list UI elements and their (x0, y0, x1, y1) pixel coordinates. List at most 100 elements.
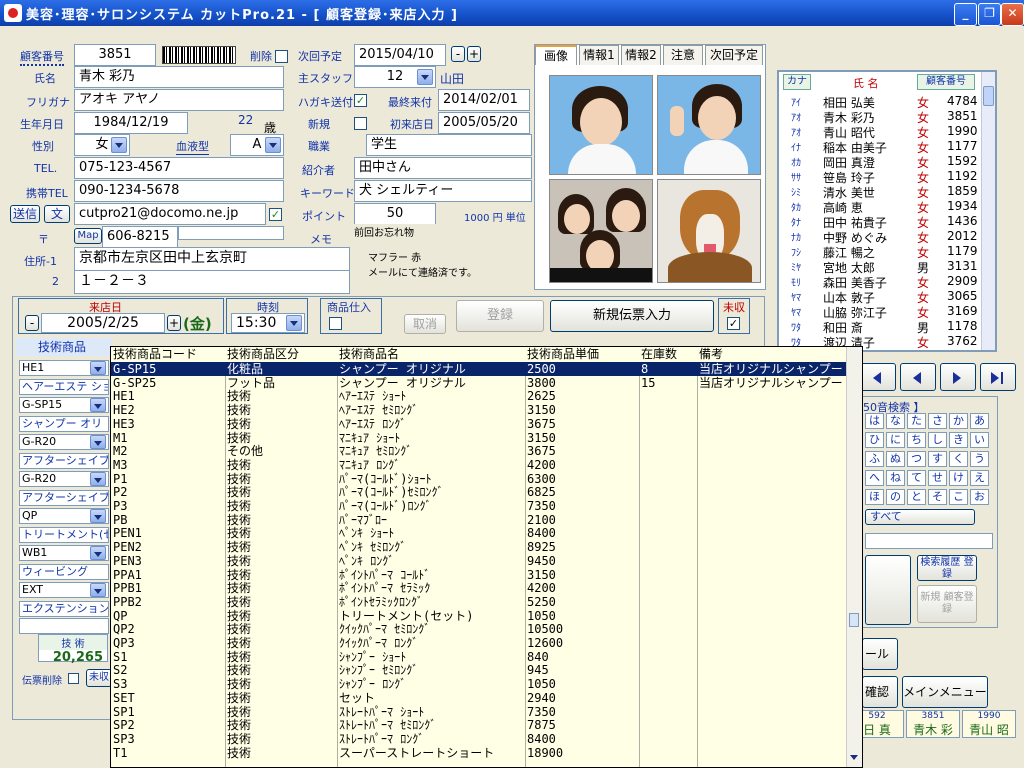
email-field[interactable]: cutpro21@docomo.ne.jp (74, 203, 266, 225)
customer-list[interactable]: カナ 氏 名 顧客番号 ｱｲ 相田 弘美女 4784 ｱｵ 青木 彩乃女 3851 ｱｵ 青山… (777, 70, 997, 352)
customer-list-row[interactable]: ｵｶ 岡田 真澄女 1592 (783, 154, 979, 170)
tech-name-field[interactable]: アフターシェイブ (19, 452, 109, 469)
dropdown-row[interactable]: SP3 技術 ｽﾄﾚｰﾄﾊﾟｰﾏ ﾛﾝｸﾞ 8400 (111, 732, 849, 746)
mail-button[interactable]: ール (862, 638, 898, 670)
kana-key[interactable]: ふ (865, 451, 884, 467)
memo-box[interactable]: 前回お忘れ物 マフラー 赤 メールにて連絡済です。 (354, 224, 532, 288)
chevron-down-icon[interactable] (286, 315, 302, 331)
dropdown-row[interactable]: M1 技術 ﾏﾆｷｭｱ ｼｮｰﾄ 3150 (111, 431, 849, 445)
tech-code-select[interactable]: HE1 (19, 360, 109, 376)
chevron-down-icon[interactable] (265, 137, 281, 153)
kana-key[interactable]: い (970, 432, 989, 448)
nav-next-button[interactable] (940, 363, 976, 391)
dropdown-row[interactable]: P3 技術 ﾊﾟｰﾏ(ｺｰﾙﾄﾞ)ﾛﾝｸﾞ 7350 (111, 499, 849, 513)
kana-key[interactable]: き (949, 432, 968, 448)
goods-purchase-checkbox[interactable] (329, 317, 342, 330)
customer-list-row[interactable]: ﾔﾏ 山脇 弥江子女 3169 (783, 304, 979, 320)
dropdown-row[interactable]: HE1 技術 ﾍｱｰｴｽﾃ ｼｮｰﾄ 2625 (111, 389, 849, 403)
next-visit-field[interactable]: 2015/04/10 (354, 44, 446, 66)
dropdown-row[interactable]: P2 技術 ﾊﾟｰﾏ(ｺｰﾙﾄﾞ)ｾﾐﾛﾝｸﾞ 6825 (111, 485, 849, 499)
tab-next-plan[interactable]: 次回予定 (705, 45, 763, 65)
kana-key[interactable]: の (886, 489, 905, 505)
dropdown-row[interactable]: PPA1 技術 ﾎﾟｲﾝﾄﾊﾟｰﾏ ｺｰﾙﾄﾞ 3150 (111, 568, 849, 582)
dropdown-row[interactable]: PEN2 技術 ﾍﾟﾝｷ ｾﾐﾛﾝｸﾞ 8925 (111, 540, 849, 554)
dropdown-row[interactable]: PB 技術 ﾊﾟｰﾏﾌﾞﾛｰ 2100 (111, 513, 849, 527)
main-menu-button[interactable]: メインメニュー (902, 676, 988, 708)
customer-photo-1[interactable] (549, 75, 653, 175)
search-history-button[interactable]: 検索履歴 登録 (917, 555, 977, 581)
kana-key[interactable]: ち (907, 432, 926, 448)
customer-list-row[interactable]: ﾔﾏ 山本 敦子女 3065 (783, 289, 979, 305)
chevron-down-icon[interactable] (111, 137, 127, 153)
search-input[interactable] (865, 533, 993, 549)
custlist-header-no[interactable]: 顧客番号 (917, 74, 975, 90)
tech-name-field[interactable]: ウィービング (19, 563, 109, 580)
tech-code-select[interactable]: QP (19, 508, 109, 524)
kana-key[interactable]: く (949, 451, 968, 467)
keyword-field[interactable]: 犬 シェルティー (354, 180, 532, 202)
chevron-down-icon[interactable] (90, 546, 106, 560)
tab-info2[interactable]: 情報2 (621, 45, 661, 65)
dropdown-row[interactable]: P1 技術 ﾊﾟｰﾏ(ｺｰﾙﾄﾞ)ｼｮｰﾄ 6300 (111, 472, 849, 486)
furigana-field[interactable]: アオキ アヤノ (74, 89, 284, 111)
tech-code-select[interactable]: G-SP15 (19, 397, 109, 413)
customer-no-field[interactable]: 3851 (74, 44, 156, 66)
tab-caution[interactable]: 注意 (663, 45, 703, 65)
dropdown-row[interactable]: M3 技術 ﾏﾆｷｭｱ ﾛﾝｸﾞ 4200 (111, 458, 849, 472)
sex-select[interactable]: 女 (74, 134, 130, 156)
custlist-header-kana[interactable]: カナ (783, 74, 811, 90)
tab-info1[interactable]: 情報1 (579, 45, 619, 65)
customer-list-row[interactable]: ｱｲ 相田 弘美女 4784 (783, 94, 979, 110)
nav-prev-button[interactable] (900, 363, 936, 391)
birth-field[interactable]: 1984/12/19 (74, 112, 188, 134)
kana-key[interactable]: お (970, 489, 989, 505)
nav-first-button[interactable] (860, 363, 896, 391)
kana-key[interactable]: そ (928, 489, 947, 505)
send-button[interactable]: 送信 (10, 205, 40, 223)
customer-list-row[interactable]: ｻｻ 笹島 玲子女 1192 (783, 169, 979, 185)
date-plus-button[interactable]: + (167, 315, 181, 331)
kana-key[interactable]: し (928, 432, 947, 448)
kana-key[interactable]: て (907, 470, 926, 486)
dropdown-row[interactable]: PPB1 技術 ﾎﾟｲﾝﾄﾊﾟｰﾏ ｾﾗﾐｯｸ 4200 (111, 581, 849, 595)
dropdown-scrollbar[interactable] (846, 347, 862, 767)
chevron-down-icon[interactable] (90, 398, 106, 412)
kana-key[interactable]: え (970, 470, 989, 486)
kana-key[interactable]: あ (970, 413, 989, 429)
customer-list-row[interactable]: ﾓﾘ 森田 美香子女 2909 (783, 274, 979, 290)
kana-key[interactable]: ね (886, 470, 905, 486)
chevron-down-icon[interactable] (90, 509, 106, 523)
kana-key[interactable]: な (886, 413, 905, 429)
dropdown-row[interactable]: SP1 技術 ｽﾄﾚｰﾄﾊﾟｰﾏ ｼｮｰﾄ 7350 (111, 705, 849, 719)
dropdown-row[interactable]: SET 技術 セット 2940 (111, 691, 849, 705)
new-checkbox[interactable] (354, 117, 367, 130)
dropdown-row[interactable]: G-SP15 化粧品 シャンプー オリジナル 2500 8 当店オリジナルシャンプー (111, 362, 849, 376)
customer-list-row[interactable]: ﾐﾔ 宮地 太郎男 3131 (783, 259, 979, 275)
delete-checkbox[interactable] (275, 50, 288, 63)
tech-code-select[interactable]: G-R20 (19, 434, 109, 450)
kana-key[interactable]: へ (865, 470, 884, 486)
chevron-down-icon[interactable] (90, 435, 106, 449)
kana-key[interactable]: か (949, 413, 968, 429)
dropdown-row[interactable]: QP3 技術 ｸｲｯｸﾊﾟｰﾏ ﾛﾝｸﾞ 12600 (111, 636, 849, 650)
kana-key[interactable]: と (907, 489, 926, 505)
text-button[interactable]: 文 (44, 205, 70, 223)
tech-code-select[interactable]: WB1 (19, 545, 109, 561)
dropdown-row[interactable]: QP2 技術 ｸｲｯｸﾊﾟｰﾏ ｾﾐﾛﾝｸﾞ 10500 (111, 622, 849, 636)
customer-photo-3[interactable] (549, 179, 653, 283)
tech-name-field[interactable]: シャンプー オリ (19, 415, 109, 432)
customer-list-row[interactable]: ﾜﾀ 和田 斎男 1178 (783, 319, 979, 335)
tab-image[interactable]: 画像 (535, 45, 577, 65)
kana-key[interactable]: せ (928, 470, 947, 486)
map-button[interactable]: Map (74, 228, 102, 244)
customer-list-row[interactable]: ｱｵ 青山 昭代女 1990 (783, 124, 979, 140)
staff-select[interactable]: 12 (354, 66, 436, 88)
tech-code-select[interactable]: EXT (19, 582, 109, 598)
goods-purchase-box[interactable]: 商品仕入 (320, 298, 382, 334)
customer-list-row[interactable]: ｲﾅ 稲本 由美子女 1177 (783, 139, 979, 155)
job-field[interactable]: 学生 (366, 134, 532, 156)
dropdown-row[interactable]: HE2 技術 ﾍｱｰｴｽﾃ ｾﾐﾛﾝｸﾞ 3150 (111, 403, 849, 417)
customer-list-row[interactable]: ﾌｼ 藤江 暢之女 1179 (783, 244, 979, 260)
cancel-button[interactable]: 取消 (404, 314, 446, 334)
recent-customer-card[interactable]: 1990 青山 昭 (962, 710, 1016, 738)
